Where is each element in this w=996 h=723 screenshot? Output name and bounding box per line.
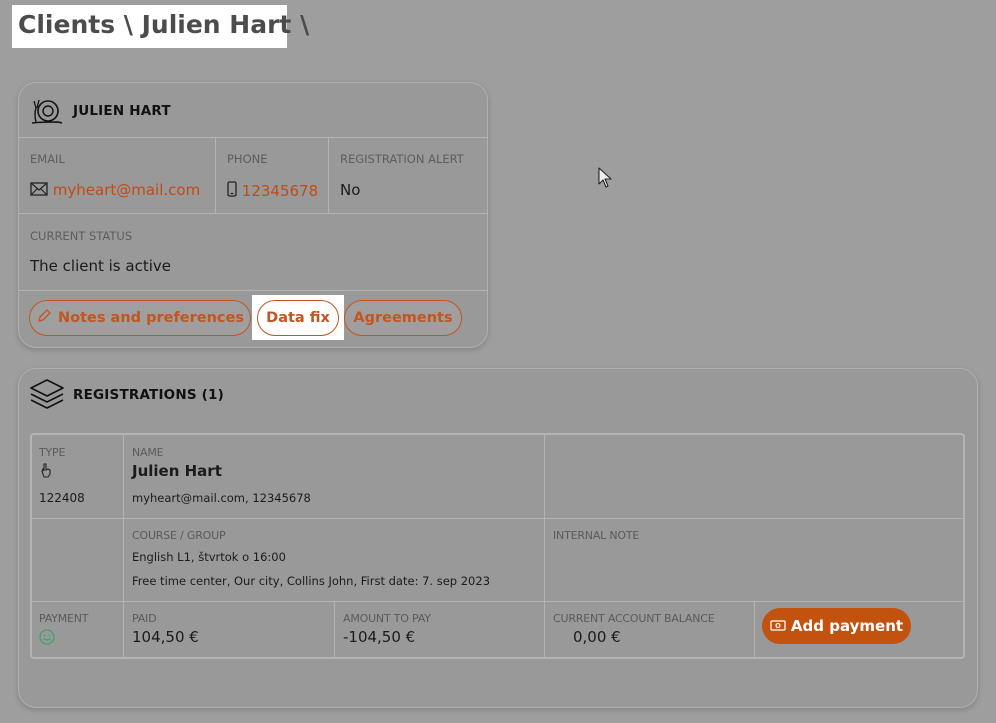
name-label: NAME: [132, 446, 164, 459]
balance-label: CURRENT ACCOUNT BALANCE: [553, 612, 715, 625]
client-card-header: JULIEN HART: [29, 93, 171, 129]
data-fix-button[interactable]: Data fix: [257, 300, 339, 336]
registrations-header: REGISTRATIONS (1): [29, 377, 224, 413]
client-card: JULIEN HART EMAIL myheart@mail.com PHONE…: [18, 82, 488, 348]
client-name: JULIEN HART: [73, 103, 171, 119]
page-title: Clients \ Julien Hart \: [12, 5, 309, 48]
layers-icon: [29, 379, 65, 411]
email-value[interactable]: myheart@mail.com: [30, 181, 200, 199]
registrations-title: REGISTRATIONS (1): [73, 387, 225, 403]
paid-label: PAID: [132, 612, 157, 625]
banknote-icon: [770, 617, 786, 635]
paid-value: 104,50 €: [132, 628, 199, 646]
email-label: EMAIL: [30, 152, 65, 166]
balance-value: 0,00 €: [573, 628, 621, 646]
registrations-card: REGISTRATIONS (1) TYPE 122408 NAME Julie…: [18, 368, 978, 708]
hand-icon: [39, 462, 53, 482]
course-label: COURSE / GROUP: [132, 529, 226, 542]
mouse-cursor-icon: [598, 167, 614, 193]
add-payment-label: Add payment: [790, 617, 904, 635]
email-link[interactable]: myheart@mail.com: [53, 181, 200, 199]
envelope-icon: [30, 181, 53, 199]
smiley-icon: [39, 629, 55, 649]
registration-name-link[interactable]: Julien Hart: [132, 462, 222, 480]
type-id: 122408: [39, 491, 85, 505]
phone-icon: [227, 181, 242, 200]
status-label: CURRENT STATUS: [30, 229, 133, 243]
payment-label: PAYMENT: [39, 612, 89, 625]
pencil-icon: [36, 308, 52, 328]
amount-to-pay-label: AMOUNT TO PAY: [343, 612, 431, 625]
course-link[interactable]: English L1, štvrtok o 16:00: [132, 550, 286, 564]
notes-button[interactable]: Notes and preferences: [29, 300, 251, 336]
internal-note-label: INTERNAL NOTE: [553, 529, 640, 542]
phone-link[interactable]: 12345678: [242, 182, 318, 200]
add-payment-button[interactable]: Add payment: [762, 608, 911, 644]
registration-alert-label: REGISTRATION ALERT: [340, 152, 464, 166]
registration-contact-link[interactable]: myheart@mail.com, 12345678: [132, 491, 311, 505]
amount-to-pay-value: -104,50 €: [343, 628, 416, 646]
snail-icon: [29, 95, 65, 127]
type-label: TYPE: [39, 446, 66, 459]
registration-alert-value: No: [340, 181, 361, 199]
phone-value[interactable]: 12345678: [227, 181, 318, 200]
agreements-button[interactable]: Agreements: [344, 300, 462, 336]
phone-label: PHONE: [227, 152, 268, 166]
course-details: Free time center, Our city, Collins John…: [132, 574, 491, 588]
status-value: The client is active: [30, 257, 171, 275]
notes-button-label: Notes and preferences: [58, 310, 244, 326]
